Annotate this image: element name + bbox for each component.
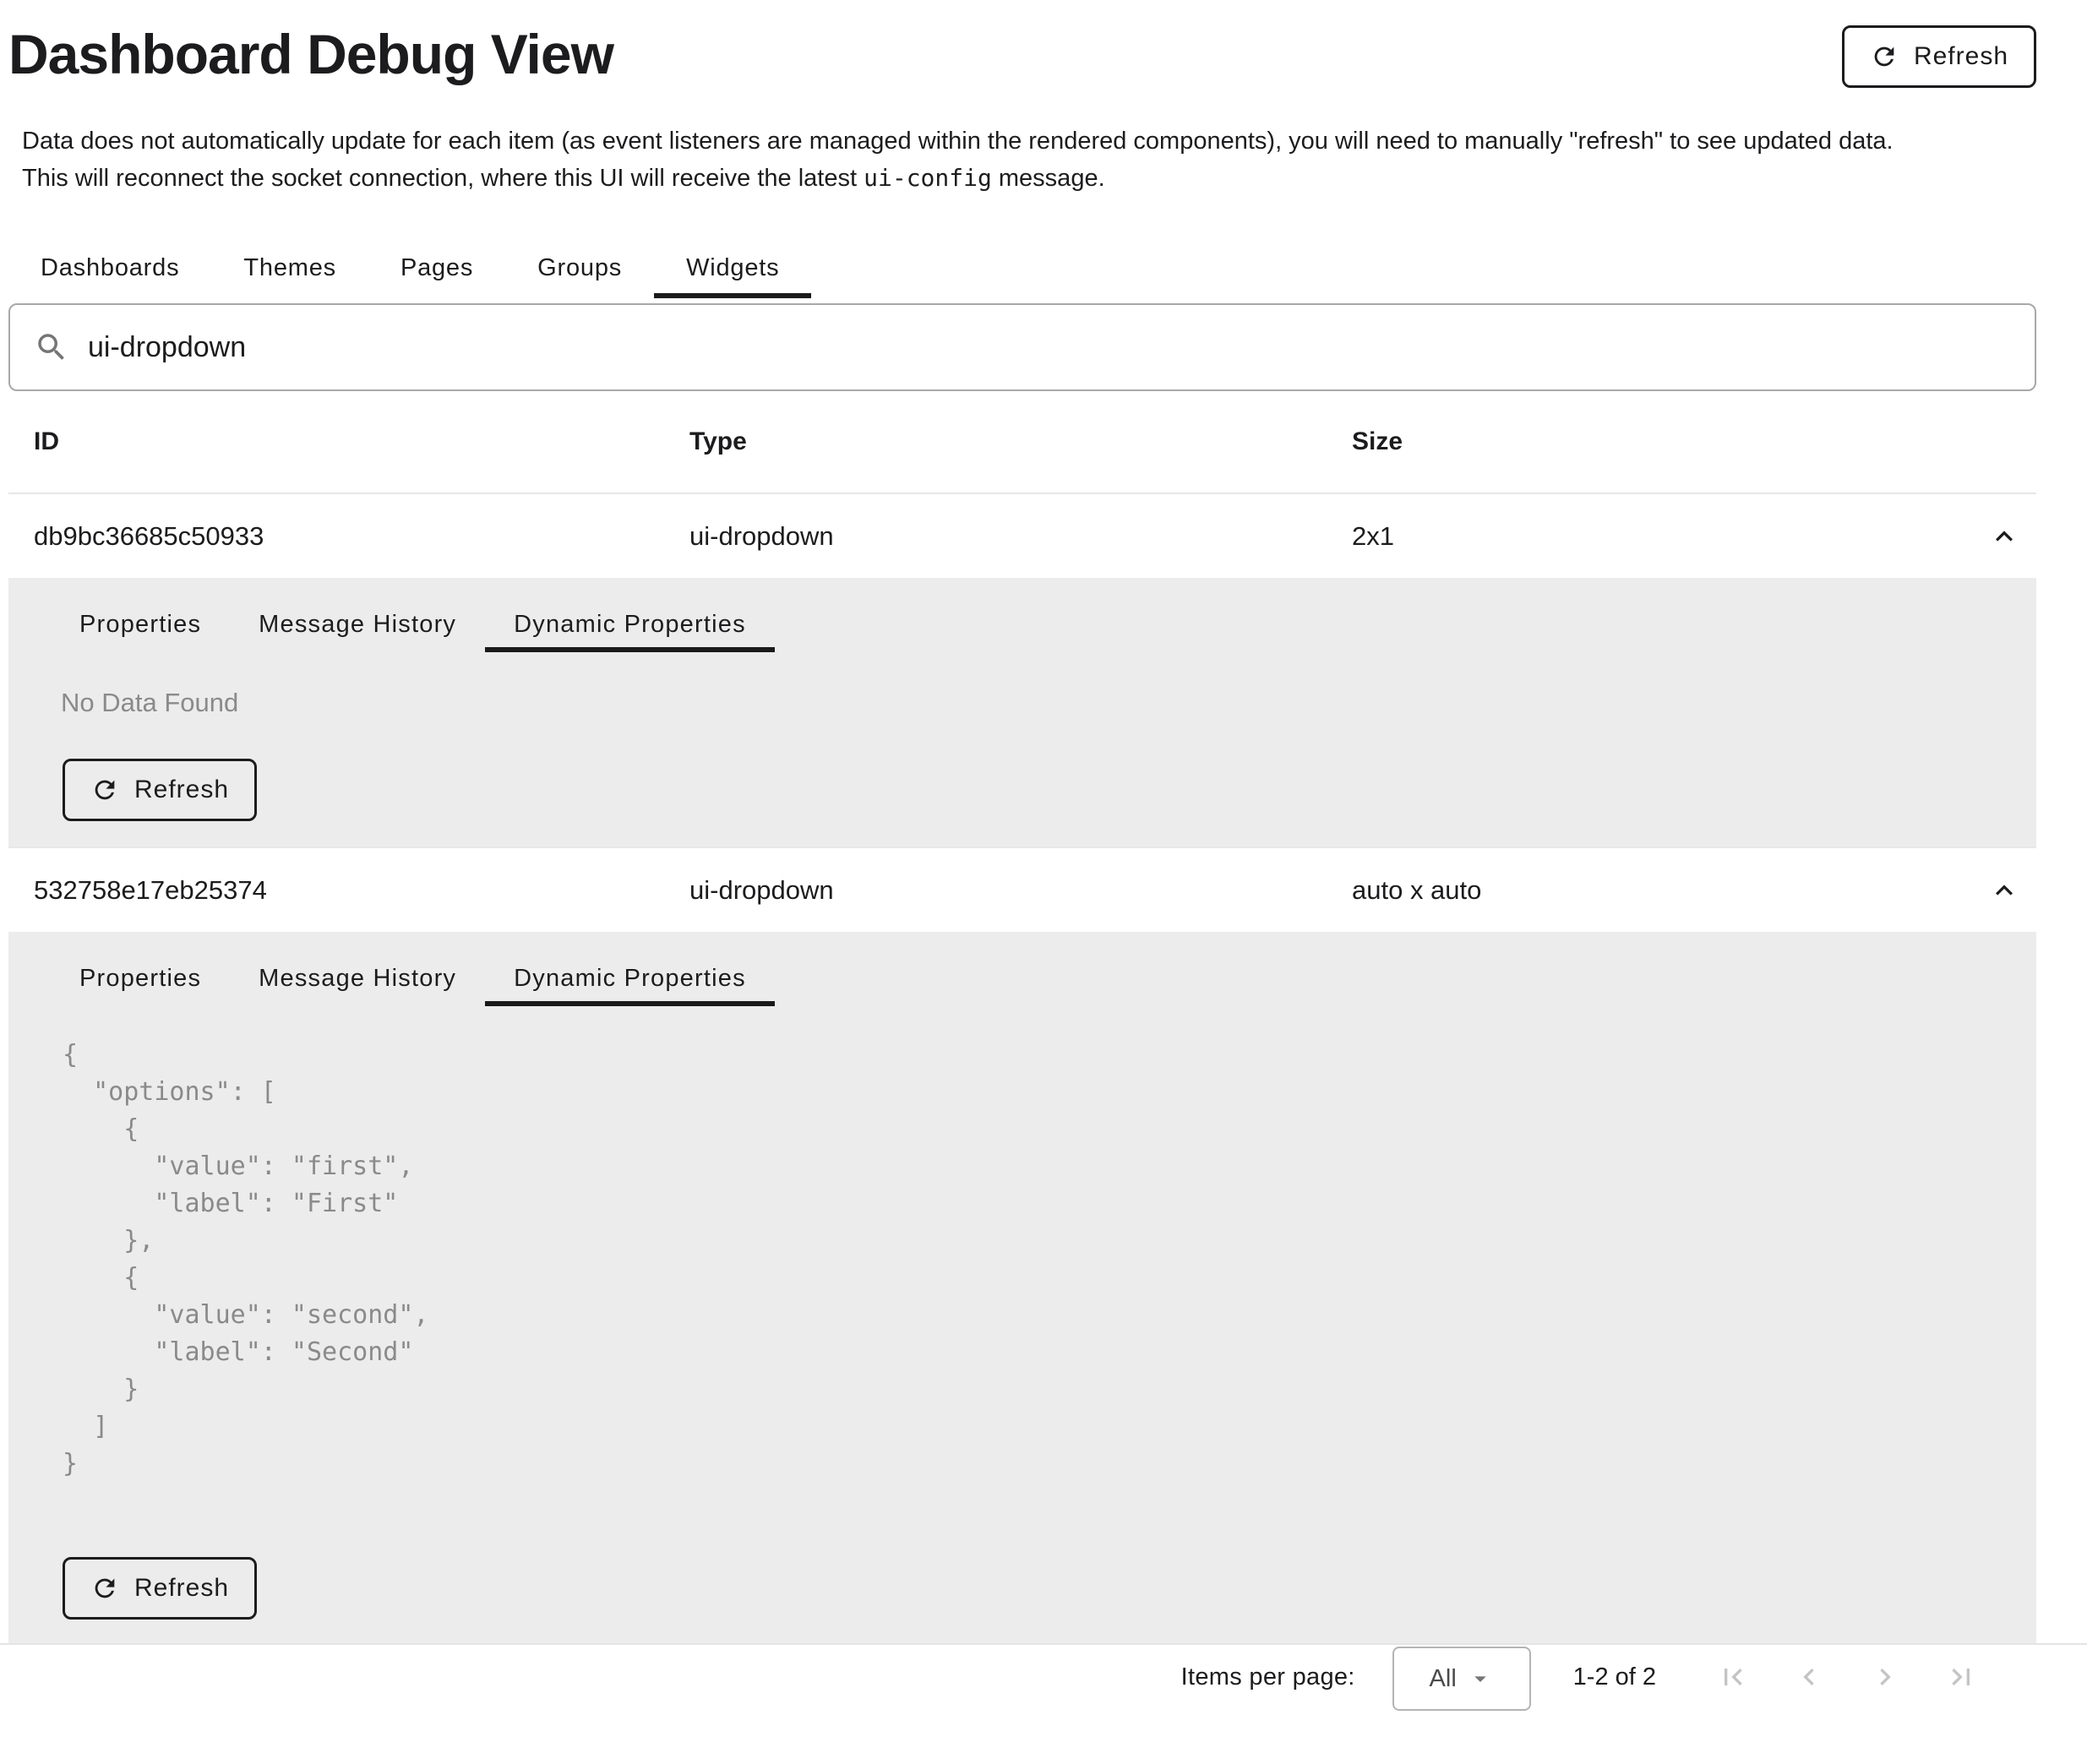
detail-tab-bar: Properties Message History Dynamic Prope… bbox=[51, 596, 2003, 652]
items-per-page-label: Items per page: bbox=[1181, 1663, 1355, 1691]
first-page-icon bbox=[1716, 1660, 1750, 1694]
panel-refresh-button[interactable]: Refresh bbox=[63, 1557, 257, 1620]
expansion-panel: Properties Message History Dynamic Prope… bbox=[8, 578, 2036, 847]
page: Dashboard Debug View Refresh Data does n… bbox=[0, 20, 2087, 1643]
table-row[interactable]: db9bc36685c50933 ui-dropdown 2x1 bbox=[8, 493, 2036, 578]
table-header-row: ID Type Size bbox=[8, 391, 2036, 493]
no-data-text: No Data Found bbox=[61, 688, 2003, 718]
table-row[interactable]: 532758e17eb25374 ui-dropdown auto x auto bbox=[8, 847, 2036, 932]
refresh-button[interactable]: Refresh bbox=[1842, 25, 2036, 88]
description-line-1: Data does not automatically update for e… bbox=[22, 123, 2036, 160]
column-header-type: Type bbox=[689, 427, 1352, 456]
first-page-button[interactable] bbox=[1695, 1645, 1771, 1709]
widget-type: ui-dropdown bbox=[689, 875, 1352, 906]
panel-refresh-button[interactable]: Refresh bbox=[63, 759, 257, 821]
expansion-panel: Properties Message History Dynamic Prope… bbox=[8, 932, 2036, 1643]
ui-config-code: ui-config bbox=[864, 164, 992, 192]
chevron-up-icon bbox=[1987, 520, 2021, 553]
widget-type: ui-dropdown bbox=[689, 521, 1352, 552]
search-field bbox=[8, 303, 2036, 391]
tab-dashboards[interactable]: Dashboards bbox=[8, 237, 211, 298]
chevron-right-icon bbox=[1868, 1660, 1902, 1694]
widget-size: 2x1 bbox=[1352, 521, 1981, 552]
top-bar: Dashboard Debug View Refresh bbox=[8, 20, 2036, 88]
tab-properties[interactable]: Properties bbox=[51, 950, 230, 1006]
chevron-left-icon bbox=[1792, 1660, 1826, 1694]
tab-groups[interactable]: Groups bbox=[505, 237, 654, 298]
search-input[interactable] bbox=[88, 331, 2011, 364]
refresh-button-label: Refresh bbox=[1914, 42, 2008, 71]
chevron-up-icon bbox=[1987, 874, 2021, 907]
collapse-row-button[interactable] bbox=[1987, 874, 2021, 907]
column-header-id: ID bbox=[34, 427, 689, 456]
page-size-select[interactable]: All bbox=[1392, 1647, 1531, 1711]
next-page-button[interactable] bbox=[1847, 1645, 1923, 1709]
tab-message-history[interactable]: Message History bbox=[230, 596, 485, 652]
dropdown-arrow-icon bbox=[1467, 1665, 1494, 1692]
tab-dynamic-properties[interactable]: Dynamic Properties bbox=[485, 950, 775, 1006]
refresh-button-label: Refresh bbox=[134, 776, 229, 804]
refresh-icon bbox=[1870, 42, 1899, 71]
detail-tab-bar: Properties Message History Dynamic Prope… bbox=[51, 950, 2003, 1006]
widget-id: 532758e17eb25374 bbox=[34, 875, 689, 906]
tab-widgets[interactable]: Widgets bbox=[654, 237, 811, 298]
tab-dynamic-properties[interactable]: Dynamic Properties bbox=[485, 596, 775, 652]
widget-size: auto x auto bbox=[1352, 875, 1981, 906]
tab-themes[interactable]: Themes bbox=[211, 237, 368, 298]
search-icon bbox=[34, 329, 69, 365]
main-tab-bar: Dashboards Themes Pages Groups Widgets bbox=[8, 237, 2036, 298]
previous-page-button[interactable] bbox=[1771, 1645, 1847, 1709]
collapse-row-button[interactable] bbox=[1987, 520, 2021, 553]
paginator-nav bbox=[1695, 1645, 1999, 1709]
refresh-button-label: Refresh bbox=[134, 1574, 229, 1603]
description-line-2: This will reconnect the socket connectio… bbox=[22, 160, 2036, 197]
tab-properties[interactable]: Properties bbox=[51, 596, 230, 652]
page-title: Dashboard Debug View bbox=[8, 20, 613, 88]
refresh-icon bbox=[90, 776, 119, 804]
description: Data does not automatically update for e… bbox=[22, 123, 2036, 197]
widget-id: db9bc36685c50933 bbox=[34, 521, 689, 552]
last-page-button[interactable] bbox=[1923, 1645, 1999, 1709]
paginator: Items per page: All 1-2 of 2 bbox=[0, 1643, 2087, 1709]
last-page-icon bbox=[1944, 1660, 1978, 1694]
page-range-label: 1-2 of 2 bbox=[1573, 1663, 1656, 1691]
tab-message-history[interactable]: Message History bbox=[230, 950, 485, 1006]
page-size-value: All bbox=[1430, 1665, 1457, 1693]
dynamic-properties-json: { "options": [ { "value": "first", "labe… bbox=[63, 1037, 2003, 1483]
refresh-icon bbox=[90, 1574, 119, 1603]
tab-pages[interactable]: Pages bbox=[368, 237, 505, 298]
column-header-size: Size bbox=[1352, 427, 1981, 456]
